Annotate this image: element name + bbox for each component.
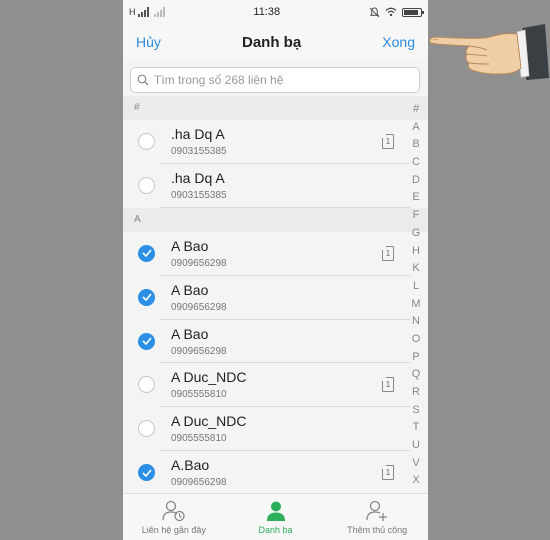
select-checkbox[interactable]	[138, 288, 155, 306]
checkmark-icon	[141, 249, 152, 258]
sim-card-icon: 1	[382, 245, 394, 261]
index-letter[interactable]: E	[412, 189, 419, 207]
tab-recent-contacts[interactable]: Liên hệ gần đây	[123, 494, 225, 540]
contact-name: A Bao	[171, 281, 209, 298]
select-checkbox[interactable]	[138, 176, 155, 194]
contact-phone: 0909656298	[171, 301, 227, 313]
cancel-button[interactable]: Hủy	[136, 34, 161, 50]
index-letter[interactable]: R	[412, 384, 420, 402]
contact-phone: 0905555810	[171, 389, 227, 401]
index-letter[interactable]: L	[413, 278, 419, 296]
index-letter[interactable]: O	[412, 331, 421, 349]
select-checkbox[interactable]	[138, 376, 155, 394]
add-contact-icon	[366, 500, 388, 521]
index-letter[interactable]: X	[412, 472, 419, 490]
checkmark-icon	[141, 469, 152, 477]
index-letter[interactable]: N	[412, 313, 420, 331]
phone-screen: H 11:38 Hủy Danh bạ Xong # .ha Dq A 090315…	[123, 0, 428, 540]
done-button[interactable]: Xong	[382, 34, 415, 50]
tab-bar: Liên hệ gần đây Danh bạ Thêm thủ công	[123, 493, 428, 540]
checkmark-icon	[141, 293, 152, 302]
select-checkbox[interactable]	[138, 464, 155, 482]
index-letter[interactable]: S	[412, 402, 419, 420]
contact-phone: 0905555810	[171, 433, 227, 445]
pointing-hand-icon	[429, 24, 549, 80]
recent-contacts-icon	[162, 500, 185, 522]
index-letter[interactable]: H	[412, 243, 420, 261]
contact-row[interactable]: A.Bao 0909656298 1	[123, 451, 428, 496]
sim-card-icon: 1	[382, 465, 394, 481]
page-title: Danh bạ	[242, 33, 302, 51]
contact-name: .ha Dq A	[171, 169, 225, 186]
sim-card-icon: 1	[382, 134, 394, 149]
search-icon	[137, 74, 149, 86]
mute-icon	[369, 6, 380, 17]
tab-contacts[interactable]: Danh bạ	[225, 494, 327, 540]
status-icons	[369, 6, 424, 18]
select-checkbox[interactable]	[138, 420, 155, 438]
section-header: A	[123, 207, 428, 232]
contact-phone: 0903155385	[171, 189, 227, 201]
contact-phone: 0909656298	[171, 257, 227, 269]
signal-2-icon	[153, 7, 165, 17]
nav-bar: Hủy Danh bạ Xong	[123, 24, 428, 60]
section-header: #	[123, 96, 428, 120]
clock: 11:38	[253, 6, 281, 18]
contact-name: A.Bao	[171, 457, 210, 474]
index-letter[interactable]: A	[412, 119, 419, 137]
contact-name: A Bao	[171, 237, 209, 254]
contact-row[interactable]: A Duc_NDC 0905555810 1	[123, 363, 428, 408]
select-checkbox[interactable]	[138, 133, 155, 150]
select-checkbox[interactable]	[138, 332, 155, 350]
contact-row[interactable]: .ha Dq A 0903155385	[123, 163, 428, 208]
tab-label-recent: Liên hệ gần đây	[141, 525, 206, 535]
contact-phone: 0903155385	[171, 146, 227, 157]
contact-phone: 0909656298	[171, 477, 227, 489]
status-bar: H 11:38	[123, 0, 428, 24]
index-letter[interactable]: Q	[412, 366, 421, 384]
battery-icon	[402, 7, 424, 17]
sim-card-icon: 1	[382, 377, 394, 393]
contact-row[interactable]: A Bao 0909656298 1	[123, 231, 428, 276]
wifi-icon	[385, 7, 397, 17]
search-input[interactable]	[154, 73, 394, 87]
index-letter[interactable]: F	[413, 207, 420, 225]
index-letter[interactable]: G	[412, 225, 421, 243]
tab-add-manual[interactable]: Thêm thủ công	[326, 494, 428, 540]
contact-name: A Duc_NDC	[171, 413, 247, 430]
index-letter[interactable]: T	[413, 419, 420, 437]
index-letter[interactable]: #	[413, 101, 419, 119]
signal-icon	[137, 7, 149, 17]
alphabet-index[interactable]: # A B C D E F G H K L M N O P Q R S T U V X	[404, 101, 428, 490]
carrier-label: H	[129, 7, 136, 17]
index-letter[interactable]: P	[412, 349, 419, 367]
index-letter[interactable]: D	[412, 172, 420, 190]
contact-row[interactable]: A Duc_NDC 0905555810	[123, 407, 428, 452]
index-letter[interactable]: C	[412, 154, 420, 172]
contact-name: .ha Dq A	[171, 126, 225, 142]
index-letter[interactable]: U	[412, 437, 420, 455]
tab-label-contacts: Danh bạ	[258, 525, 293, 535]
index-letter[interactable]: K	[412, 260, 419, 278]
row-divider	[160, 206, 410, 208]
checkmark-icon	[141, 337, 152, 346]
contacts-icon	[266, 501, 285, 521]
contact-row[interactable]: A Bao 0909656298	[123, 275, 428, 320]
select-checkbox[interactable]	[138, 244, 155, 262]
contact-name: A Bao	[171, 325, 209, 342]
tab-label-add: Thêm thủ công	[347, 525, 408, 535]
contact-name: A Duc_NDC	[171, 369, 247, 386]
signal-group: H	[129, 7, 165, 17]
index-letter[interactable]: V	[412, 455, 419, 473]
index-letter[interactable]: B	[412, 136, 419, 154]
index-letter[interactable]: M	[411, 296, 420, 314]
contact-row[interactable]: .ha Dq A 0903155385 1	[123, 120, 428, 164]
contact-list: # .ha Dq A 0903155385 1 .ha Dq A 0903155385 A A…	[123, 96, 428, 496]
contact-row[interactable]: A Bao 0909656298	[123, 319, 428, 364]
search-box[interactable]	[130, 67, 420, 93]
contact-phone: 0909656298	[171, 345, 227, 357]
